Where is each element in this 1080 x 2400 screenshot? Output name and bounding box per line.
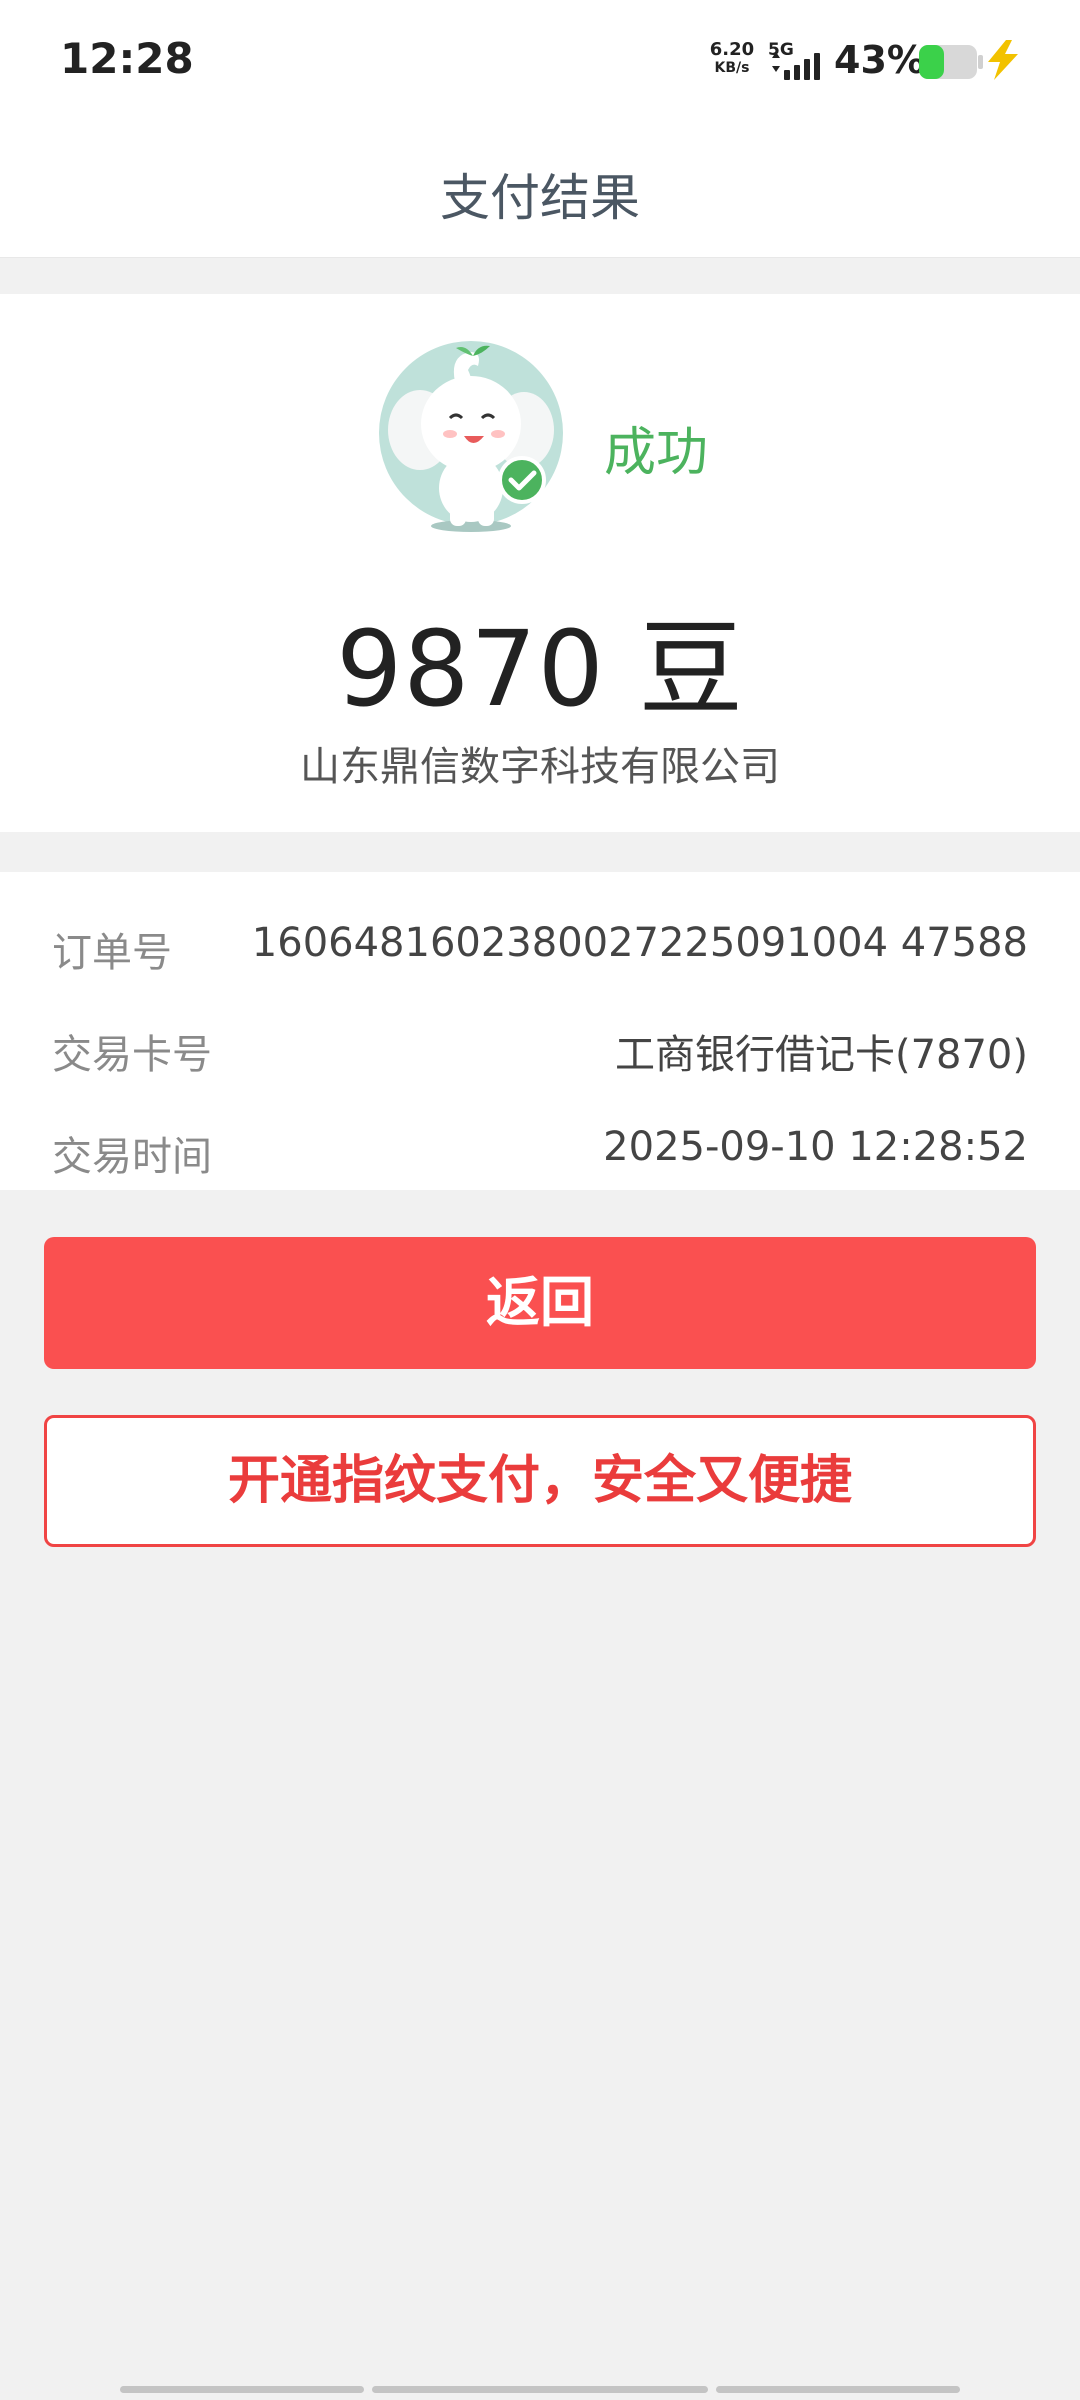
enable-fingerprint-pay-button[interactable]: 开通指纹支付，安全又便捷 xyxy=(44,1415,1036,1547)
page-header: 支付结果 xyxy=(0,120,1080,258)
order-number-value: 1606481602380027225091004 47588 xyxy=(251,920,1028,966)
detail-row-card: 交易卡号 工商银行借记卡(7870) xyxy=(52,1022,1028,1082)
gesture-handle-right xyxy=(716,2386,960,2393)
signal-icon xyxy=(772,52,820,80)
page-title: 支付结果 xyxy=(440,169,640,227)
back-button[interactable]: 返回 xyxy=(44,1237,1036,1369)
network-speed-value: 6.20 xyxy=(709,39,755,60)
transaction-time-value: 2025-09-10 12:28:52 xyxy=(603,1124,1028,1170)
charging-icon xyxy=(988,40,1018,80)
payment-amount: 9870 豆 xyxy=(336,608,744,730)
merchant-name: 山东鼎信数字科技有限公司 xyxy=(300,744,780,790)
detail-row-time: 交易时间 2025-09-10 12:28:52 xyxy=(52,1124,1028,1184)
battery-percent: 43% xyxy=(834,38,925,82)
detail-label: 交易卡号 xyxy=(52,1032,212,1078)
payment-result-card: 成功 9870 豆 山东鼎信数字科技有限公司 xyxy=(0,294,1080,832)
network-speed: 6.20 KB/s xyxy=(706,39,758,77)
detail-row-order-number: 订单号 1606481602380027225091004 47588 xyxy=(52,920,1028,980)
detail-label: 交易时间 xyxy=(52,1134,212,1180)
elephant-mascot-icon xyxy=(379,341,563,532)
battery-icon xyxy=(919,45,983,79)
gesture-handle-left xyxy=(120,2386,364,2393)
status-time: 12:28 xyxy=(60,34,194,83)
status-bar: 12:28 6.20 KB/s 5G 43% xyxy=(0,0,1080,120)
card-value: 工商银行借记卡(7870) xyxy=(614,1032,1028,1078)
network-speed-unit: KB/s xyxy=(714,60,750,76)
gesture-handle-center xyxy=(372,2386,708,2393)
detail-label: 订单号 xyxy=(52,930,172,976)
transaction-details: 订单号 1606481602380027225091004 47588 交易卡号… xyxy=(0,872,1080,1190)
payment-status: 成功 xyxy=(604,423,709,483)
